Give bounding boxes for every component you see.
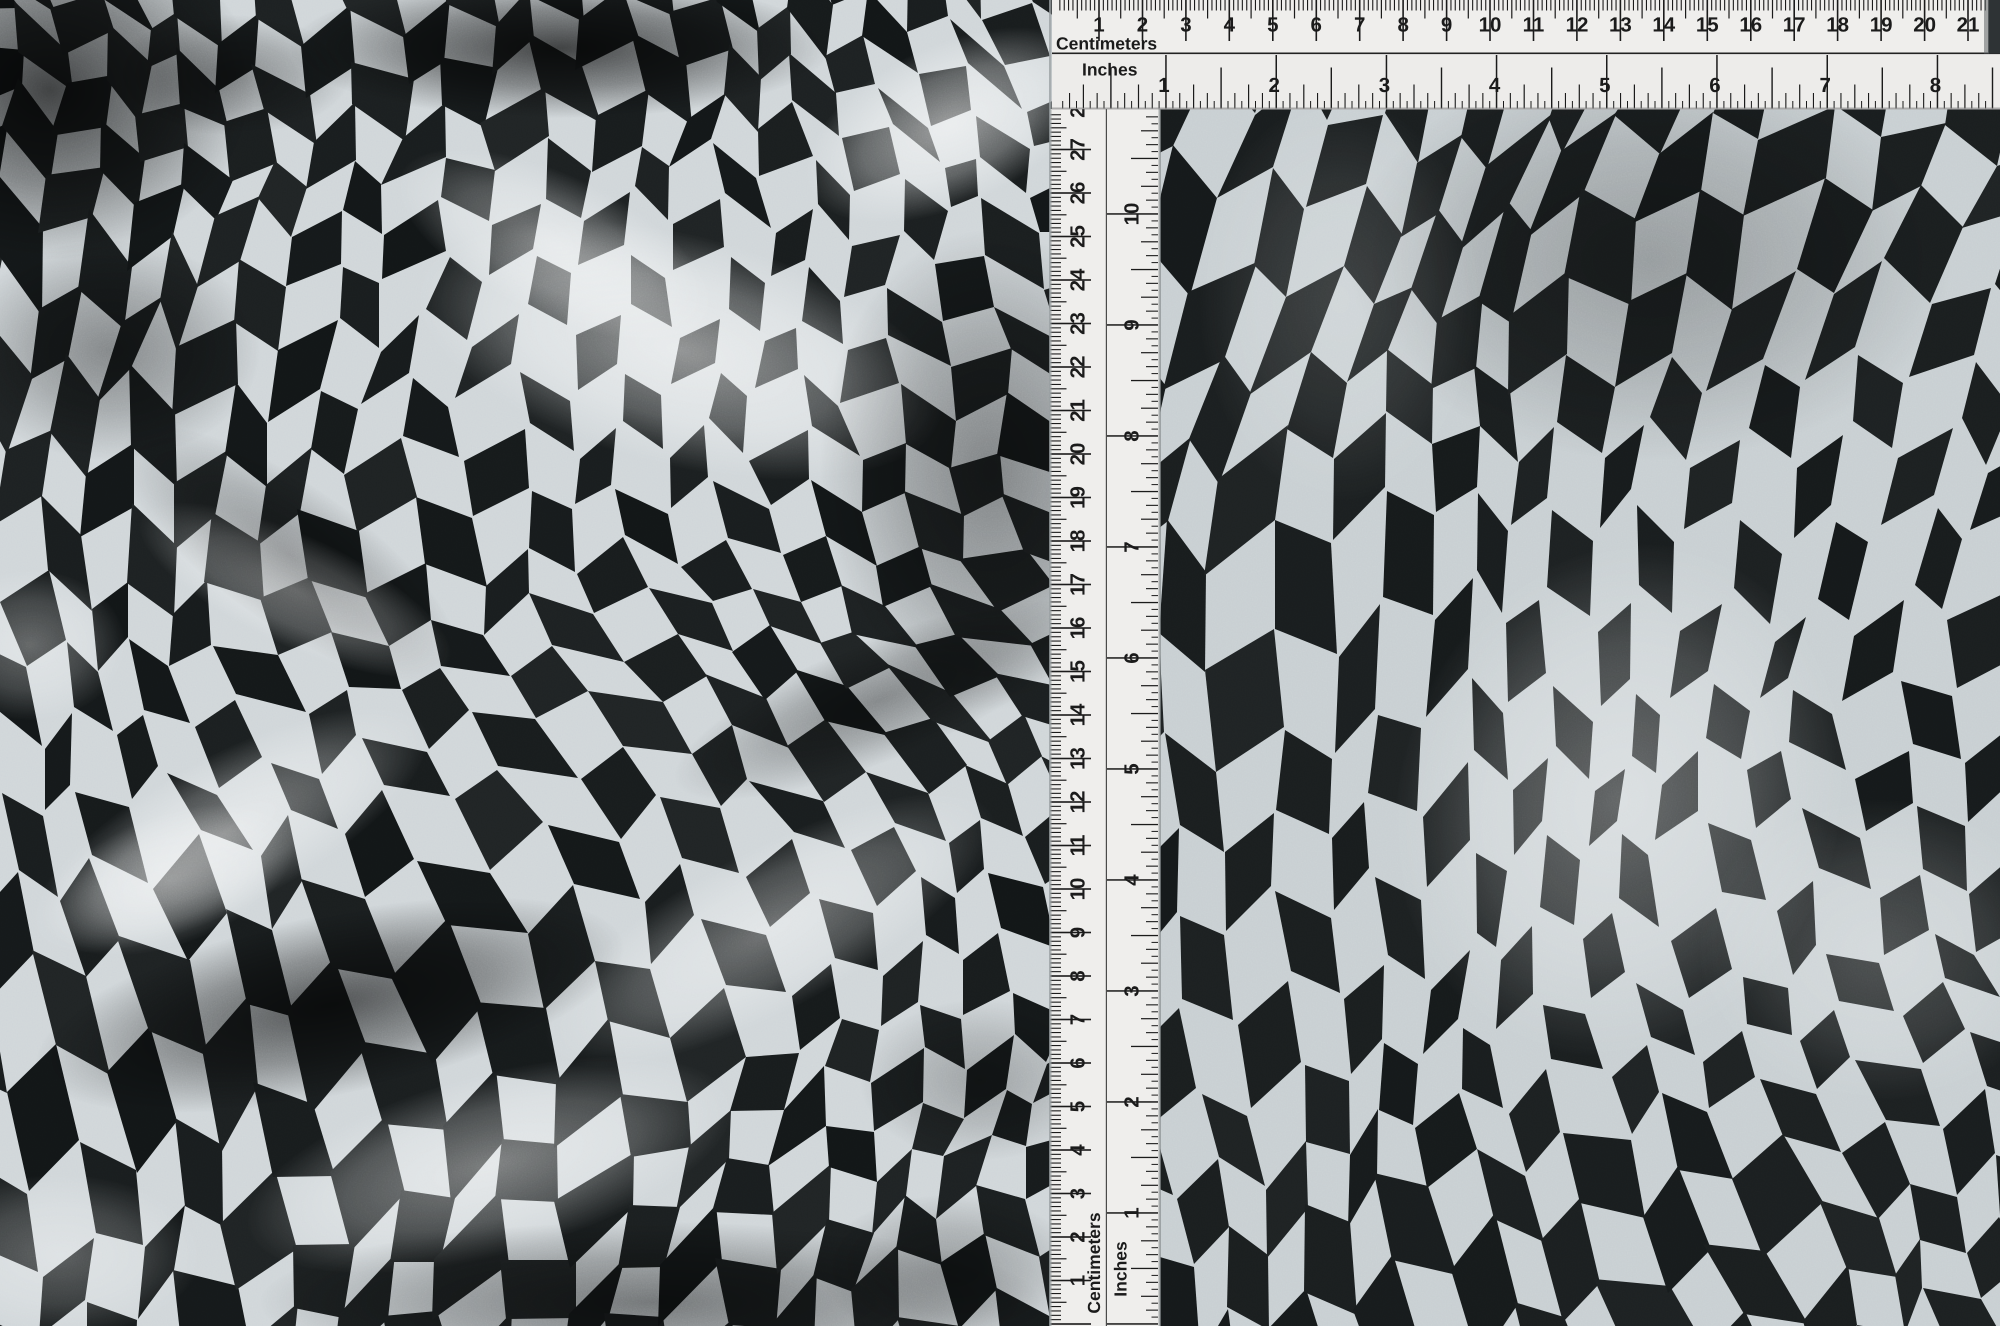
svg-text:5: 5 <box>1067 1101 1090 1112</box>
svg-text:4: 4 <box>1489 74 1501 97</box>
svg-text:10: 10 <box>1479 14 1502 37</box>
svg-text:18: 18 <box>1826 14 1849 37</box>
svg-text:2: 2 <box>1121 1096 1144 1107</box>
svg-text:21: 21 <box>1957 14 1980 37</box>
svg-text:8: 8 <box>1121 430 1144 441</box>
svg-text:Centimeters: Centimeters <box>1056 34 1157 54</box>
svg-text:10: 10 <box>1121 203 1144 226</box>
svg-text:6: 6 <box>1310 14 1321 37</box>
svg-text:10: 10 <box>1067 878 1090 901</box>
svg-text:19: 19 <box>1067 486 1090 509</box>
svg-text:4: 4 <box>1067 1144 1090 1156</box>
svg-text:24: 24 <box>1067 268 1090 291</box>
svg-text:1: 1 <box>1158 74 1169 97</box>
svg-text:3: 3 <box>1379 74 1390 97</box>
svg-text:20: 20 <box>1913 14 1936 37</box>
svg-text:Inches: Inches <box>1111 1241 1131 1297</box>
svg-text:2: 2 <box>1268 74 1279 97</box>
svg-text:3: 3 <box>1121 985 1144 996</box>
svg-text:17: 17 <box>1783 14 1806 37</box>
svg-text:25: 25 <box>1067 225 1090 248</box>
svg-text:4: 4 <box>1121 874 1144 886</box>
svg-text:3: 3 <box>1067 1188 1090 1199</box>
svg-text:9: 9 <box>1067 927 1090 938</box>
svg-text:27: 27 <box>1067 138 1090 161</box>
svg-text:8: 8 <box>1067 970 1090 981</box>
svg-text:5: 5 <box>1121 763 1144 774</box>
svg-text:22: 22 <box>1067 356 1090 379</box>
svg-text:Centimeters: Centimeters <box>1084 1212 1104 1313</box>
svg-text:12: 12 <box>1067 791 1090 814</box>
svg-text:11: 11 <box>1523 14 1545 37</box>
svg-text:16: 16 <box>1739 14 1762 37</box>
svg-text:1: 1 <box>1121 1207 1144 1218</box>
svg-text:6: 6 <box>1121 652 1144 663</box>
svg-text:17: 17 <box>1067 573 1090 596</box>
svg-text:15: 15 <box>1067 660 1090 683</box>
svg-text:13: 13 <box>1609 14 1632 37</box>
svg-text:11: 11 <box>1067 835 1090 857</box>
svg-text:21: 21 <box>1067 399 1090 422</box>
svg-text:16: 16 <box>1067 617 1090 640</box>
svg-text:18: 18 <box>1067 530 1090 553</box>
svg-text:19: 19 <box>1870 14 1893 37</box>
svg-text:26: 26 <box>1067 182 1090 205</box>
svg-text:3: 3 <box>1180 14 1191 37</box>
svg-text:8: 8 <box>1930 74 1941 97</box>
svg-text:6: 6 <box>1709 74 1720 97</box>
svg-text:7: 7 <box>1121 541 1144 552</box>
svg-text:7: 7 <box>1067 1014 1090 1025</box>
svg-text:9: 9 <box>1441 14 1452 37</box>
svg-text:5: 5 <box>1599 74 1610 97</box>
svg-text:23: 23 <box>1067 312 1090 335</box>
svg-text:4: 4 <box>1224 14 1236 37</box>
svg-text:Inches: Inches <box>1082 60 1138 80</box>
svg-text:12: 12 <box>1566 14 1589 37</box>
svg-text:13: 13 <box>1067 747 1090 770</box>
svg-text:14: 14 <box>1652 14 1675 37</box>
svg-text:5: 5 <box>1267 14 1278 37</box>
svg-text:6: 6 <box>1067 1057 1090 1068</box>
svg-text:8: 8 <box>1397 14 1408 37</box>
svg-text:14: 14 <box>1067 703 1090 726</box>
svg-text:15: 15 <box>1696 14 1719 37</box>
svg-text:7: 7 <box>1354 14 1365 37</box>
svg-text:20: 20 <box>1067 443 1090 466</box>
svg-text:9: 9 <box>1121 319 1144 330</box>
svg-text:7: 7 <box>1819 74 1830 97</box>
